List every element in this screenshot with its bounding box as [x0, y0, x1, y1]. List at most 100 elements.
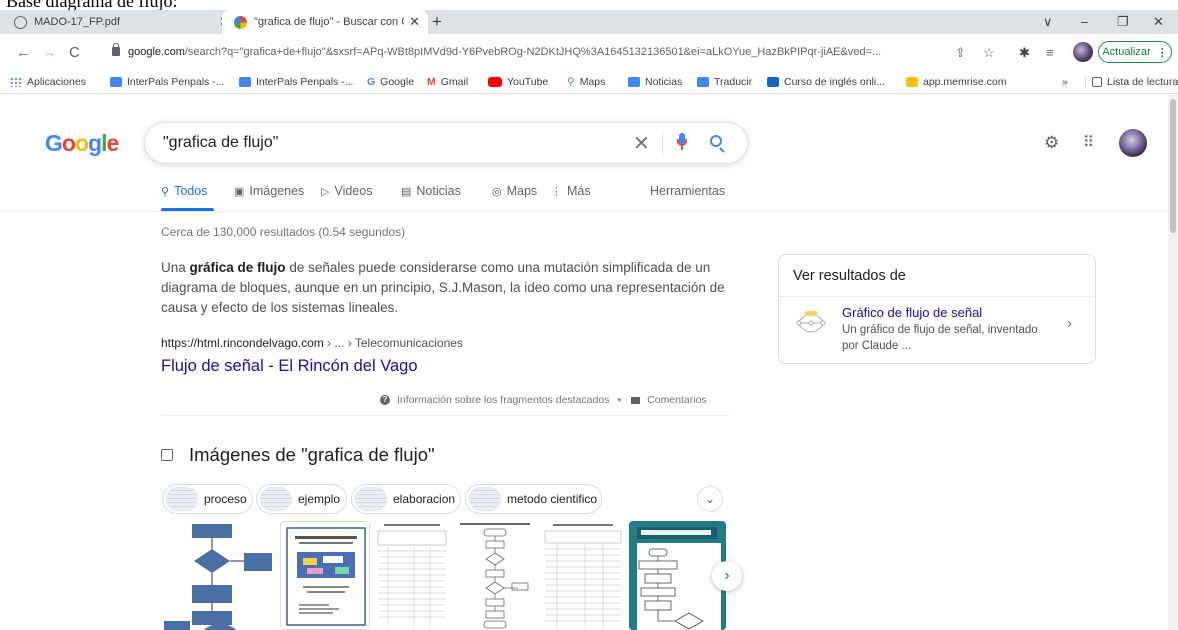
image-result-flowchart-blue[interactable]	[162, 521, 276, 630]
maximize-button[interactable]: ❐	[1117, 14, 1129, 30]
bookmark-interpals-1[interactable]: InterPals Penpals -...	[110, 76, 224, 88]
apps-grid-icon	[10, 77, 22, 87]
google-icon: G	[367, 76, 376, 88]
tab-noticias[interactable]: ▤ Noticias	[401, 184, 461, 198]
search-icon[interactable]	[710, 135, 722, 147]
image-chip-ejemplo[interactable]: ejemplo	[256, 484, 347, 514]
bookmark-noticias[interactable]: Noticias	[628, 76, 682, 88]
reading-list-icon[interactable]: ≡	[1046, 45, 1054, 60]
clear-search-icon[interactable]: ✕	[633, 131, 650, 156]
image-result-table-sheet-2[interactable]	[541, 521, 625, 630]
image-result-document-cover[interactable]	[280, 521, 370, 630]
featured-snippet-text: Una gráfica de flujo de señales puede co…	[161, 260, 725, 315]
scrollbar-thumb[interactable]	[1170, 99, 1176, 233]
image-icon	[161, 449, 173, 461]
table-thumbnail	[374, 521, 450, 630]
tools-button[interactable]: Herramientas	[650, 184, 725, 198]
back-arrow-icon[interactable]: ←	[16, 44, 31, 61]
course-icon	[767, 77, 779, 87]
browser-tab-strip: MADO-17_FP.pdf ✕ "grafica de flujo" - Bu…	[0, 10, 1178, 34]
play-icon: ▷	[321, 185, 330, 198]
chevron-right-icon[interactable]: ›	[1067, 315, 1072, 332]
bookmark-youtube[interactable]: YouTube	[488, 76, 548, 88]
tab-title: "grafica de flujo" - Buscar con Go	[254, 16, 404, 28]
result-title-link[interactable]: Flujo de señal - El Rincón del Vago	[161, 357, 418, 376]
tab-maps[interactable]: ◎ Maps	[492, 184, 537, 198]
google-apps-icon[interactable]: ⠿	[1083, 133, 1094, 151]
tab-search-chevron-icon[interactable]: ∨	[1043, 14, 1053, 30]
voice-search-mic-icon[interactable]	[677, 133, 687, 150]
image-chip-metodo-cientifico[interactable]: metodo cientifico	[465, 484, 602, 514]
address-bar[interactable]: google.com/search?q="grafica+de+flujo"&s…	[100, 39, 1100, 67]
see-results-panel: Ver resultados de Gráfico de flujo de se…	[778, 254, 1096, 364]
tab-videos[interactable]: ▷ Videos	[321, 184, 372, 198]
globe-icon	[14, 15, 27, 29]
minimize-button[interactable]: –	[1081, 14, 1088, 29]
share-icon[interactable]: ⇪	[955, 45, 966, 61]
page-scrollbar[interactable]	[1168, 95, 1178, 630]
image-chip-proceso[interactable]: proceso	[162, 484, 253, 514]
image-icon: ▣	[234, 185, 245, 198]
bookmark-maps[interactable]: ⚲ Maps	[567, 76, 605, 88]
result-cite[interactable]: https://html.rincondelvago.com › ... › T…	[161, 336, 463, 350]
bookmark-apps[interactable]: Aplicaciones	[10, 76, 86, 88]
images-section-heading: Imágenes de "grafica de flujo"	[161, 444, 435, 466]
chevron-down-icon[interactable]: ⌄	[697, 486, 723, 512]
bookmark-google[interactable]: G Google	[367, 76, 414, 88]
profile-avatar[interactable]	[1073, 42, 1093, 62]
panel-heading: Ver resultados de	[793, 268, 906, 284]
tab-mas[interactable]: ⋮ Más	[551, 184, 591, 198]
section-divider	[161, 415, 729, 416]
panel-result-description: Un gráfico de flujo de señal, inventado …	[842, 324, 1038, 352]
youtube-icon	[488, 77, 502, 87]
new-tab-button[interactable]: +	[432, 12, 442, 32]
image-result-table-sheet-1[interactable]	[374, 521, 450, 630]
news-icon: ▤	[401, 185, 412, 198]
snippet-about-link[interactable]: Información sobre los fragmentos destaca…	[397, 394, 609, 406]
chip-thumbnail	[469, 487, 501, 511]
bookmark-curso-ingles[interactable]: Curso de inglés onli...	[767, 76, 885, 88]
close-window-button[interactable]: ✕	[1153, 14, 1164, 30]
bookmark-star-icon[interactable]: ☆	[983, 45, 995, 61]
flowchart-sheet-thumbnail	[454, 521, 537, 630]
tab-todos[interactable]: ⚲ Todos	[161, 184, 207, 198]
bookmark-memrise[interactable]: app.memrise.com	[906, 76, 1006, 88]
google-logo[interactable]: Google	[45, 130, 119, 157]
chip-thumbnail	[260, 487, 292, 511]
table-thumbnail	[541, 521, 625, 630]
bookmarks-bar: Aplicaciones InterPals Penpals -... Inte…	[0, 72, 1178, 94]
bookmark-interpals-2[interactable]: InterPals Penpals -...	[239, 76, 353, 88]
account-avatar[interactable]	[1119, 129, 1147, 157]
feedback-link[interactable]: Comentarios	[647, 394, 707, 406]
mail-icon	[239, 77, 251, 87]
browser-tab-search[interactable]: "grafica de flujo" - Buscar con Go ✕	[222, 10, 428, 34]
forward-arrow-icon[interactable]: →	[42, 44, 57, 61]
result-stats: Cerca de 130,000 resultados (0.54 segund…	[161, 225, 406, 239]
tab-imagenes[interactable]: ▣ Imágenes	[234, 184, 304, 198]
browser-tab-pdf[interactable]: MADO-17_FP.pdf ✕	[14, 10, 238, 34]
search-icon: ⚲	[161, 185, 170, 198]
search-box[interactable]: "grafica de flujo" ✕	[144, 122, 748, 164]
update-button[interactable]: Actualizar ⋮	[1098, 41, 1172, 63]
snippet-footer: ? Información sobre los fragmentos desta…	[380, 394, 707, 406]
reading-list-icon	[1092, 77, 1102, 87]
close-icon[interactable]: ✕	[409, 14, 420, 30]
bookmark-gmail[interactable]: M Gmail	[427, 76, 468, 88]
settings-gear-icon[interactable]: ⚙	[1044, 133, 1059, 153]
search-divider	[662, 133, 663, 155]
chevron-right-icon[interactable]: ›	[712, 561, 742, 591]
news-icon	[628, 77, 640, 87]
reload-icon[interactable]: C	[69, 44, 80, 61]
image-chip-elaboracion[interactable]: elaboracion	[351, 484, 461, 514]
bookmarks-overflow-button[interactable]: »	[1062, 76, 1068, 88]
reading-list-button[interactable]: Lista de lectura	[1085, 76, 1178, 88]
lock-icon	[112, 43, 120, 56]
extensions-puzzle-icon[interactable]: ✱	[1019, 45, 1030, 61]
google-favicon-icon	[234, 15, 247, 29]
bookmark-traducir[interactable]: Traducir	[697, 76, 752, 88]
search-query[interactable]: "grafica de flujo"	[163, 134, 278, 152]
panel-result-title[interactable]: Gráfico de flujo de señal	[842, 305, 982, 320]
panel-thumbnail[interactable]	[793, 305, 829, 341]
browser-toolbar: ← → C google.com/search?q="grafica+de+fl…	[0, 34, 1178, 72]
image-result-flowchart-sheet[interactable]	[454, 521, 537, 630]
